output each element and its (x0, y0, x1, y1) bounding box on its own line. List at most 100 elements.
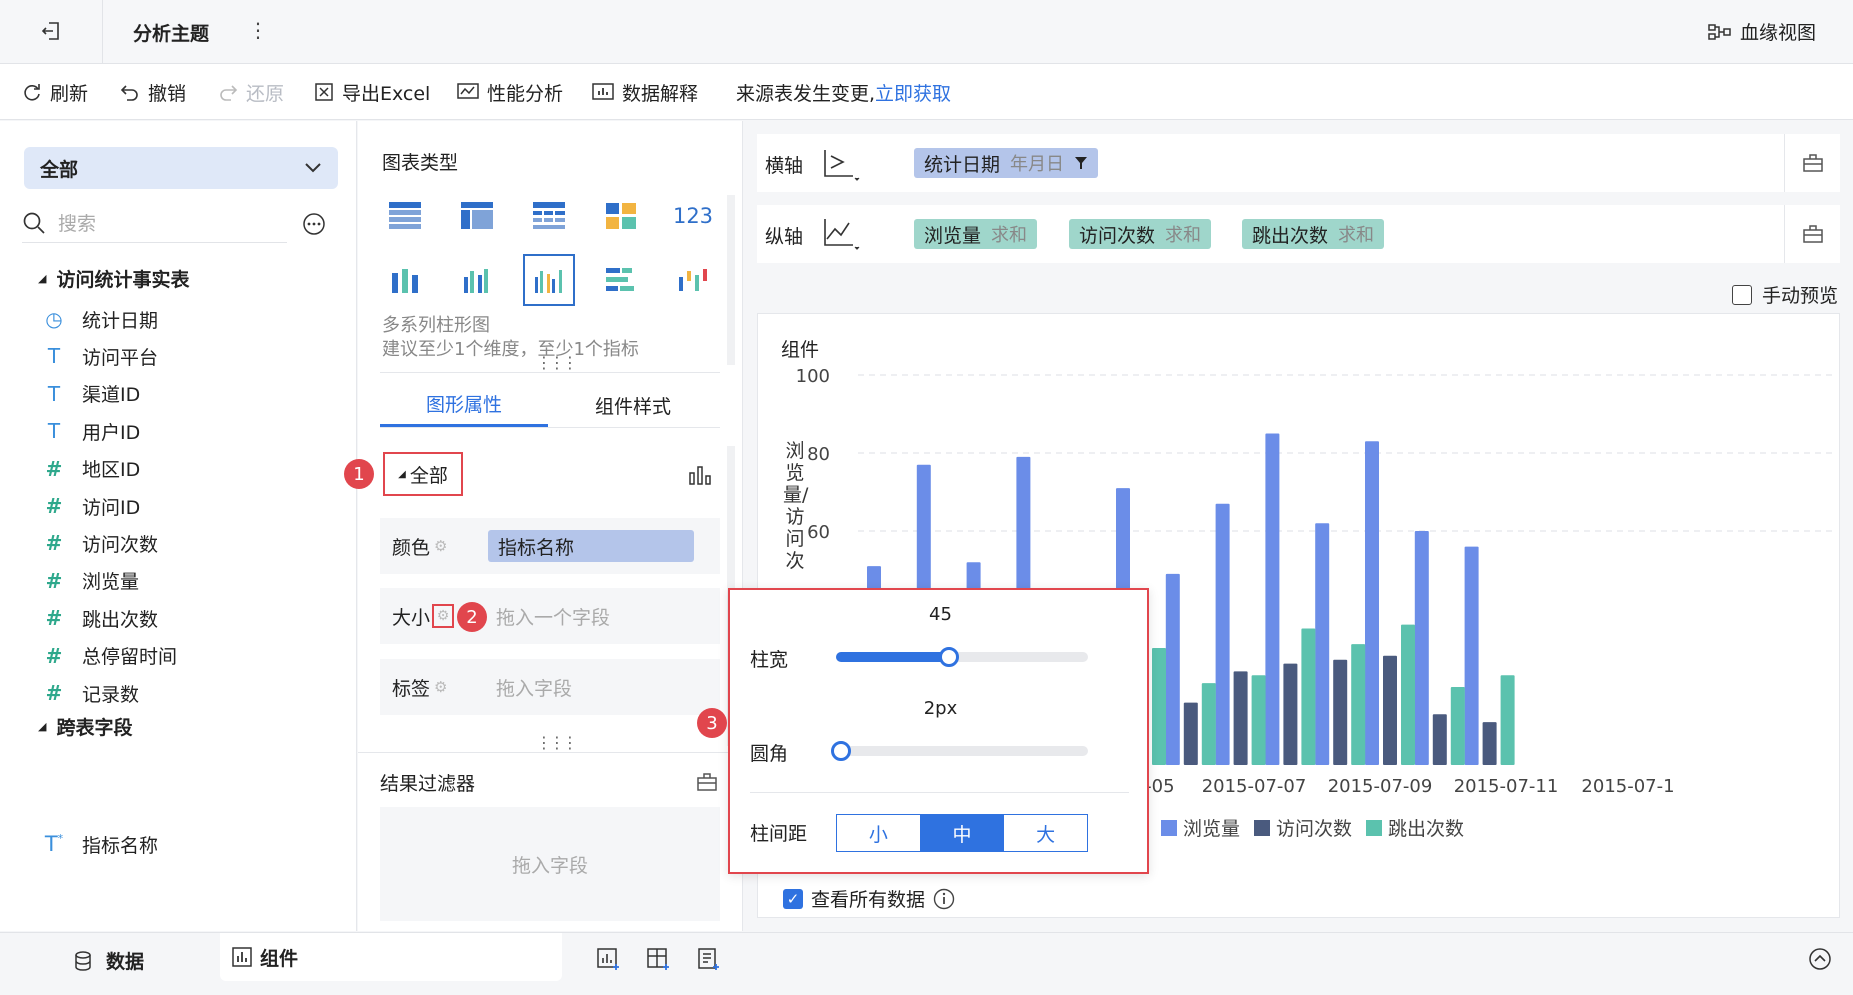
chart-type-cross-table[interactable] (455, 194, 499, 238)
x-axis-type-icon[interactable] (821, 148, 861, 182)
drag-handle-icon[interactable]: ⋮⋮⋮ (536, 353, 578, 372)
manual-preview-checkbox[interactable]: 手动预览 (1732, 281, 1838, 308)
slider-handle[interactable] (831, 741, 852, 761)
slider-handle[interactable] (939, 647, 960, 667)
data-explain-button[interactable]: 数据解释 (592, 64, 698, 120)
bar-bounces[interactable] (1351, 644, 1366, 765)
table-group-visit-facts[interactable]: ◢ 访问统计事实表 (38, 265, 189, 292)
tab-component-style[interactable]: 组件样式 (548, 383, 718, 427)
field-item[interactable]: # 跳出次数 (44, 600, 158, 636)
field-item-indicator-name[interactable]: T * 指标名称 (44, 826, 158, 862)
y-field-chip-visits[interactable]: 访问次数 求和 (1069, 219, 1212, 249)
data-tab[interactable]: 数据 (72, 947, 144, 974)
chart-type-table[interactable] (383, 194, 427, 238)
field-item[interactable]: # 浏览量 (44, 563, 139, 599)
field-item[interactable]: # 访问次数 (44, 525, 158, 561)
field-item[interactable]: # 地区ID (44, 451, 141, 487)
scope-select[interactable]: 全部 (24, 147, 338, 189)
bar-bounces[interactable] (1201, 683, 1216, 765)
bar-width-slider[interactable] (836, 647, 1088, 667)
chart-type-bar[interactable] (455, 258, 499, 302)
bar-pageviews[interactable] (1165, 573, 1180, 765)
bar-pageviews[interactable] (1265, 433, 1280, 766)
chart-type-horizontal-bar[interactable] (599, 258, 643, 302)
drag-handle-icon[interactable]: ⋮⋮⋮ (536, 733, 578, 752)
refresh-button[interactable]: 刷新 (22, 64, 88, 120)
bar-bounces[interactable] (1450, 687, 1465, 765)
bar-bounces[interactable] (1500, 675, 1515, 765)
table-group-cross-fields[interactable]: ◢ 跨表字段 (38, 713, 132, 740)
bar-visits[interactable] (1233, 671, 1248, 765)
chart-type-multi-series-bar[interactable] (523, 254, 575, 306)
add-table-icon[interactable] (646, 947, 670, 971)
group-label: 访问统计事实表 (56, 269, 190, 291)
more-menu-icon[interactable]: ⋮ (248, 18, 268, 42)
gear-icon[interactable]: ⚙ (434, 537, 447, 555)
all-section-toggle[interactable]: ◢ 全部 (383, 452, 463, 496)
bar-pageviews[interactable] (1215, 503, 1230, 765)
field-item[interactable]: T 访问平台 (44, 338, 158, 374)
y-field-chip-bounces[interactable]: 跳出次数 求和 (1242, 219, 1385, 249)
color-field-chip[interactable]: 指标名称 (488, 530, 694, 562)
performance-analysis-button[interactable]: 性能分析 (457, 64, 563, 120)
y-field-chip-pageviews[interactable]: 浏览量 求和 (914, 219, 1038, 249)
bar-visits[interactable] (1183, 702, 1198, 765)
gap-option-medium[interactable]: 中 (919, 815, 1004, 851)
bar-pageviews[interactable] (1414, 531, 1429, 765)
add-component-icon[interactable] (596, 947, 620, 971)
fetch-now-link[interactable]: 立即获取 (875, 79, 951, 106)
gear-icon[interactable]: ⚙ (432, 604, 454, 628)
legend-item[interactable]: 访问次数 (1254, 814, 1352, 841)
gap-option-large[interactable]: 大 (1003, 815, 1087, 851)
bar-bounces[interactable] (1401, 624, 1415, 765)
add-report-icon[interactable] (696, 947, 720, 971)
more-options-icon[interactable] (302, 212, 326, 236)
bar-bounces[interactable] (1152, 648, 1166, 765)
filter-drop-zone[interactable]: 拖入字段 (380, 807, 720, 921)
bar-bounces[interactable] (1251, 675, 1266, 765)
field-item[interactable]: T 渠道ID (44, 376, 140, 412)
bar-visits[interactable] (1482, 722, 1497, 765)
bar-pageviews[interactable] (1365, 441, 1379, 765)
field-item[interactable]: # 记录数 (44, 675, 139, 711)
corner-radius-slider[interactable] (831, 741, 1088, 761)
gear-icon[interactable]: ⚙ (434, 678, 447, 696)
legend-item[interactable]: 浏览量 (1161, 814, 1240, 841)
field-item[interactable]: # 总停留时间 (44, 638, 177, 674)
search-box[interactable]: 搜索 (22, 203, 287, 243)
chart-type-range-bar[interactable] (671, 258, 715, 302)
undo-button[interactable]: 撤销 (120, 64, 186, 120)
view-all-data-checkbox[interactable]: ✓ 查看所有数据 (783, 885, 955, 912)
chart-type-dashboard[interactable] (599, 194, 643, 238)
component-tab[interactable]: 组件 (220, 933, 562, 981)
gap-option-small[interactable]: 小 (837, 815, 920, 851)
bar-visits[interactable] (1383, 655, 1397, 765)
field-item[interactable]: T 用户ID (44, 413, 140, 449)
filter-settings-icon[interactable] (696, 772, 718, 792)
x-axis-settings-icon[interactable] (1802, 153, 1824, 173)
bar-visits[interactable] (1432, 714, 1447, 765)
bar-pageviews[interactable] (1315, 523, 1330, 765)
tab-graph-props[interactable]: 图形属性 (380, 383, 548, 427)
info-icon[interactable] (933, 888, 955, 910)
y-axis-type-icon[interactable] (821, 217, 861, 251)
lineage-view-button[interactable]: 血缘视图 (1708, 18, 1816, 45)
chart-type-detail-table[interactable] (527, 194, 571, 238)
x-field-chip[interactable]: 统计日期 年月日 (914, 148, 1099, 178)
redo-button[interactable]: 还原 (218, 64, 284, 120)
legend-item[interactable]: 跳出次数 (1366, 814, 1464, 841)
chart-type-scrollbar[interactable] (727, 195, 735, 365)
y-axis-settings-icon[interactable] (1802, 224, 1824, 244)
bar-bounces[interactable] (1301, 628, 1316, 766)
back-icon[interactable] (40, 20, 62, 42)
chart-type-kpi[interactable]: 123 (671, 194, 715, 238)
export-excel-button[interactable]: 导出Excel (314, 64, 430, 120)
bar-visits[interactable] (1333, 659, 1348, 765)
bar-visits[interactable] (1283, 663, 1298, 765)
collapse-up-icon[interactable] (1808, 947, 1832, 971)
bar-chart-icon[interactable] (688, 465, 712, 485)
field-item[interactable]: ◷ 统计日期 (44, 301, 158, 337)
bar-pageviews[interactable] (1464, 546, 1479, 765)
field-item[interactable]: # 访问ID (44, 488, 141, 524)
chart-type-stacked-bar[interactable] (383, 258, 427, 302)
